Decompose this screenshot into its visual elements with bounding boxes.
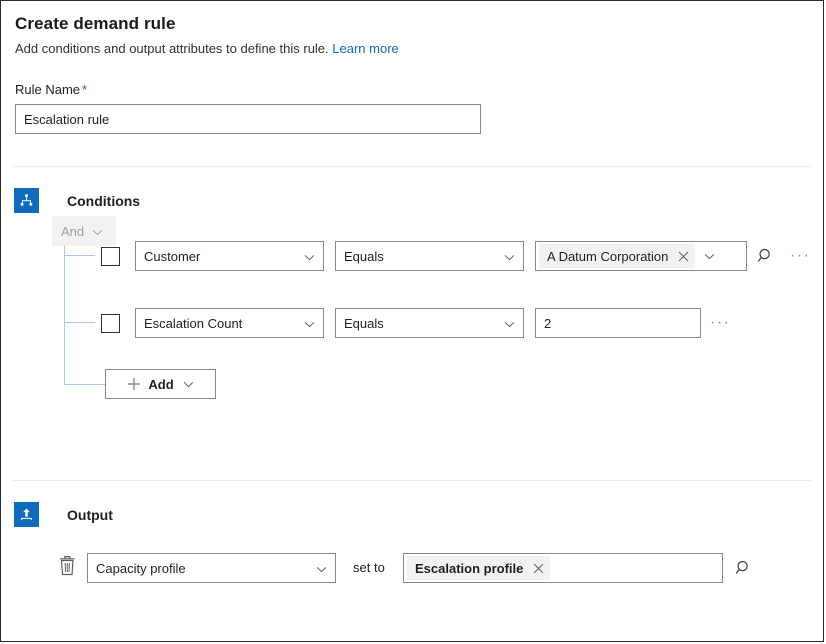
remove-chip-icon[interactable] <box>678 251 689 262</box>
chevron-down-icon <box>316 561 327 576</box>
condition-attribute-dropdown[interactable]: Escalation Count <box>135 308 324 338</box>
rule-name-label-text: Rule Name <box>15 82 80 97</box>
output-attribute-dropdown[interactable]: Capacity profile <box>87 553 336 583</box>
condition-value-picker[interactable]: A Datum Corporation <box>535 241 747 271</box>
tree-branch-line-add <box>64 384 106 385</box>
condition-value-input[interactable]: 2 <box>535 308 701 338</box>
conditions-section-header: Conditions <box>1 188 823 213</box>
condition-row: Escalation Count Equals 2 ··· <box>1 308 823 338</box>
plus-icon <box>127 377 141 391</box>
set-to-label: set to <box>353 560 385 575</box>
output-attribute-value: Capacity profile <box>96 561 316 576</box>
divider-top <box>13 166 811 167</box>
conditions-body: And Customer Equals <box>1 213 823 443</box>
page-title: Create demand rule <box>15 13 823 35</box>
chevron-down-icon <box>304 316 315 331</box>
chevron-down-icon[interactable] <box>704 253 715 260</box>
add-condition-button[interactable]: Add <box>105 369 216 399</box>
learn-more-link[interactable]: Learn more <box>332 41 398 56</box>
trash-icon[interactable] <box>58 555 77 576</box>
hierarchy-icon <box>14 188 39 213</box>
condition-operator-value: Equals <box>344 316 504 331</box>
condition-operator-dropdown[interactable]: Equals <box>335 308 524 338</box>
create-demand-rule-dialog: Create demand rule Add conditions and ou… <box>0 0 824 642</box>
subtitle-text: Add conditions and output attributes to … <box>15 41 329 56</box>
upload-icon <box>14 502 39 527</box>
output-row: Capacity profile set to Escalation profi… <box>1 552 823 584</box>
condition-row-checkbox[interactable] <box>101 247 120 266</box>
chevron-down-icon <box>183 375 194 393</box>
condition-attribute-dropdown[interactable]: Customer <box>135 241 324 271</box>
logic-operator-value: And <box>61 224 84 239</box>
dialog-header: Create demand rule Add conditions and ou… <box>1 1 823 58</box>
chevron-down-icon <box>304 249 315 264</box>
required-asterisk: * <box>82 82 87 97</box>
condition-attribute-value: Customer <box>144 249 304 264</box>
output-section-header: Output <box>1 502 823 527</box>
chevron-down-icon <box>504 316 515 331</box>
output-value-picker[interactable]: Escalation profile <box>403 553 723 583</box>
condition-attribute-value: Escalation Count <box>144 316 304 331</box>
condition-row-checkbox[interactable] <box>101 314 120 333</box>
rule-name-label: Rule Name* <box>15 81 823 99</box>
add-condition-label: Add <box>148 377 173 392</box>
selected-value-label: Escalation profile <box>415 561 523 576</box>
condition-more-options[interactable]: ··· <box>790 248 810 264</box>
search-icon[interactable] <box>756 246 776 266</box>
condition-operator-value: Equals <box>344 249 504 264</box>
remove-chip-icon[interactable] <box>533 563 544 574</box>
page-subtitle: Add conditions and output attributes to … <box>15 40 823 58</box>
selected-value-label: A Datum Corporation <box>547 249 668 264</box>
output-title: Output <box>67 507 113 523</box>
chevron-down-icon <box>504 249 515 264</box>
condition-operator-dropdown[interactable]: Equals <box>335 241 524 271</box>
divider-bottom <box>13 480 811 481</box>
condition-row: Customer Equals A Datum Corporation <box>1 241 823 271</box>
selected-value-chip: A Datum Corporation <box>539 244 695 268</box>
search-icon[interactable] <box>734 558 754 578</box>
conditions-title: Conditions <box>67 193 140 209</box>
chevron-down-icon <box>92 224 103 239</box>
condition-more-options[interactable]: ··· <box>710 315 730 331</box>
selected-value-chip: Escalation profile <box>407 556 550 580</box>
rule-name-input[interactable] <box>15 104 481 134</box>
